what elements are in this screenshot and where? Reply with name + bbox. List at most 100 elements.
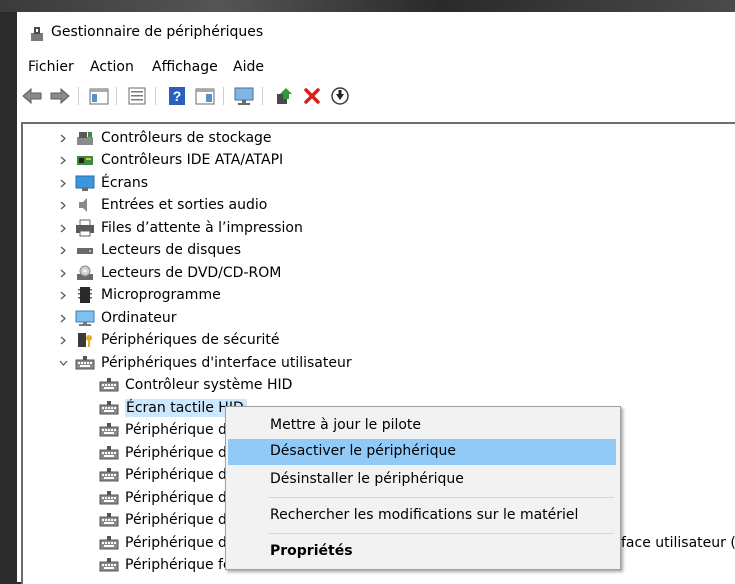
tree-device-hid-system-controller[interactable]: Contrôleur système HID [99,374,292,396]
disk-drive-icon [75,241,95,259]
help-icon[interactable]: ? [165,84,189,108]
tree-device-hid[interactable]: Périphérique d’ [99,509,231,531]
chevron-down-icon[interactable] [58,358,68,368]
computer-monitor-icon[interactable] [232,84,256,108]
toolbar-separator [155,87,156,105]
chevron-right-icon[interactable] [58,200,68,210]
tree-device-label: Périphérique d’ [125,422,232,438]
menu-item-disable-device[interactable]: Désactiver le périphérique [228,439,616,465]
menu-item-properties[interactable]: Propriétés [228,539,616,565]
menu-aide[interactable]: Aide [233,59,264,75]
tree-category-disk-drives[interactable]: Lecteurs de disques [59,239,241,261]
tree-category-screens[interactable]: Écrans [59,172,148,194]
menu-fichier[interactable]: Fichier [28,59,74,75]
monitor-icon [75,174,95,192]
toolbar-separator [116,87,117,105]
tree-device-hid[interactable]: Périphérique d’ [99,464,231,486]
tree-category-hid[interactable]: Périphériques d'interface utilisateur [59,352,352,374]
ide-controller-icon [75,151,95,169]
security-key-icon [75,331,95,349]
disable-device-icon[interactable] [328,84,352,108]
tree-category-label: Ordinateur [101,310,177,326]
chevron-right-icon[interactable] [58,245,68,255]
tree-category-label: Microprogramme [101,287,221,303]
tree-category-security-devices[interactable]: Périphériques de sécurité [59,329,280,351]
menu-action[interactable]: Action [90,59,134,75]
hid-keyboard-icon [99,376,119,394]
firmware-chip-icon [75,286,95,304]
tree-device-label: Périphérique d’ [125,467,232,483]
uninstall-x-icon[interactable] [300,84,324,108]
chevron-right-icon[interactable] [58,268,68,278]
chevron-right-icon[interactable] [58,335,68,345]
speaker-icon [75,196,95,214]
chevron-right-icon[interactable] [58,313,68,323]
tree-device-hid[interactable]: Périphérique d’ [99,419,231,441]
menu-separator [268,497,614,498]
hid-keyboard-icon [99,399,119,417]
hid-keyboard-icon [75,354,95,372]
menu-item-scan-hardware-changes[interactable]: Rechercher les modifications sur le maté… [228,503,616,529]
back-arrow-icon[interactable] [20,84,44,108]
hid-keyboard-icon [99,489,119,507]
tree-category-label: Périphériques de sécurité [101,332,280,348]
tree-category-print-queues[interactable]: Files d’attente à l’impression [59,217,303,239]
tree-category-label: Contrôleurs IDE ATA/ATAPI [101,152,284,168]
tree-category-label: Écrans [101,175,149,191]
tree-device-label: Périphérique d’ [125,490,232,506]
chevron-right-icon[interactable] [58,178,68,188]
tree-device-label: Contrôleur système HID [125,377,293,393]
context-menu: Mettre à jour le pilote Désactiver le pé… [225,406,621,570]
chevron-right-icon[interactable] [58,155,68,165]
svg-text:?: ? [173,88,182,104]
tree-device-label: Périphérique d’ [125,445,232,461]
tree-device-hid[interactable]: Périphérique d’ [99,442,231,464]
tree-device-label: Périphérique d’ [125,512,232,528]
tree-device-hid[interactable]: Périphérique de [99,532,236,554]
hid-keyboard-icon [99,534,119,552]
tree-category-label: Entrées et sorties audio [101,197,268,213]
tree-device-hid[interactable]: Périphérique d’ [99,487,231,509]
tree-category-storage-controllers[interactable]: Contrôleurs de stockage [59,127,272,149]
tree-category-label: Périphériques d'interface utilisateur [101,355,352,371]
menu-affichage[interactable]: Affichage [152,59,218,75]
hid-keyboard-icon [99,444,119,462]
chevron-right-icon[interactable] [58,290,68,300]
computer-icon [75,309,95,327]
tree-category-label: Lecteurs de disques [101,242,242,258]
tree-category-label: Contrôleurs de stockage [101,130,272,146]
update-driver-icon[interactable] [272,84,296,108]
toolbar-separator [262,87,263,105]
hid-keyboard-icon [99,466,119,484]
hid-keyboard-icon [99,511,119,529]
tree-device-label: Périphérique de [125,535,236,551]
toolbar: ? [17,81,735,113]
title-bar[interactable]: Gestionnaire de périphériques [17,12,735,54]
view-icon[interactable] [193,84,217,108]
hid-keyboard-icon [99,556,119,574]
device-manager-app-icon [28,25,46,43]
dvd-drive-icon [75,264,95,282]
menu-item-update-driver[interactable]: Mettre à jour le pilote [228,413,616,439]
chevron-right-icon[interactable] [58,223,68,233]
tree-category-audio[interactable]: Entrées et sorties audio [59,194,267,216]
tree-category-dvd-drives[interactable]: Lecteurs de DVD/CD-ROM [59,262,281,284]
tree-category-firmware[interactable]: Microprogramme [59,284,221,306]
show-hide-tree-icon[interactable] [87,84,111,108]
storage-controller-icon [75,129,95,147]
toolbar-separator [223,87,224,105]
chevron-right-icon[interactable] [58,133,68,143]
menu-bar: Fichier Action Affichage Aide [17,54,735,80]
tree-device-label-overflow: face utilisateur (HI [621,535,735,551]
menu-item-uninstall-device[interactable]: Désinstaller le périphérique [228,467,616,493]
printer-icon [75,219,95,237]
desktop-wallpaper-edge [0,0,735,12]
properties-icon[interactable] [125,84,149,108]
hid-keyboard-icon [99,421,119,439]
tree-category-label: Lecteurs de DVD/CD-ROM [101,265,282,281]
menu-separator [268,533,614,534]
forward-arrow-icon[interactable] [48,84,72,108]
window-title: Gestionnaire de périphériques [51,24,264,40]
tree-category-ide-controllers[interactable]: Contrôleurs IDE ATA/ATAPI [59,149,283,171]
tree-category-computer[interactable]: Ordinateur [59,307,177,329]
